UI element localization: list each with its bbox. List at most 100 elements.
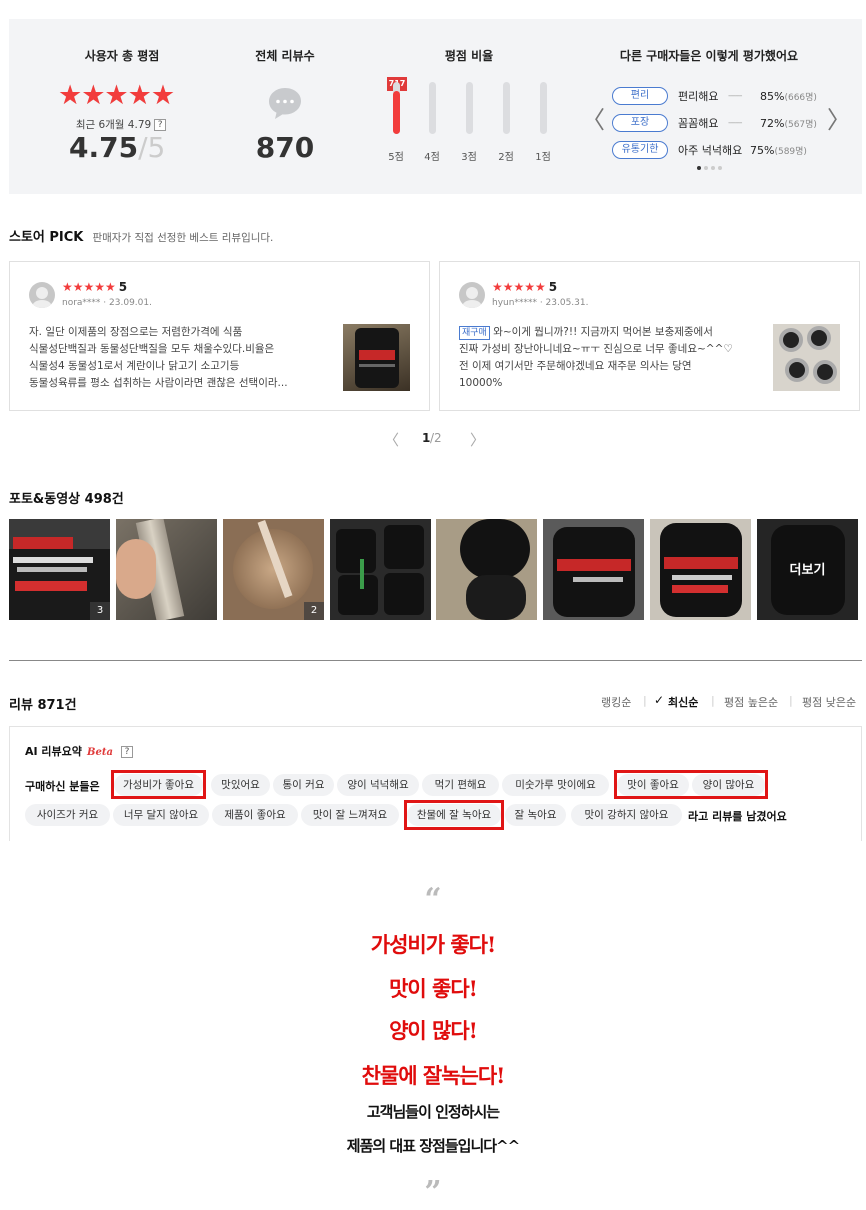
- photo-count-badge: 2: [304, 602, 324, 620]
- store-pick-header: 스토어 PICK 판매자가 직접 선정한 베스트 리뷰입니다.: [9, 226, 273, 245]
- recent-rating: 최근 6개월 4.79?: [61, 117, 181, 132]
- summary-tail: 라고 리뷰를 남겼어요: [688, 810, 787, 823]
- keyword-chip[interactable]: 양이 넉넉해요: [337, 774, 419, 796]
- avatar: [29, 282, 55, 308]
- pager-prev-arrow[interactable]: 〈: [384, 429, 399, 450]
- evaluation-text: 편리해요: [678, 90, 719, 103]
- stars-icon: ★★★★★: [62, 280, 116, 294]
- review-score: 5: [548, 280, 558, 294]
- photo-thumbnail[interactable]: 3: [9, 519, 110, 620]
- sort-rating-low[interactable]: 평점 낮은순: [802, 694, 856, 710]
- sort-ranking[interactable]: 랭킹순: [601, 694, 631, 710]
- keyword-chip[interactable]: 사이즈가 커요: [25, 804, 110, 826]
- review-score: 5: [118, 280, 128, 294]
- review-line: 식물성단백질과 동물성단백질을 모두 채울수있다.비율은: [29, 343, 275, 355]
- review-line: 전 이제 여기서만 주문해야겠네요 재주문 의사는 당연: [459, 360, 692, 372]
- photo-more-tile[interactable]: 더보기: [757, 519, 858, 620]
- rating-bar-label: 5점: [388, 152, 404, 163]
- photo-thumbnail[interactable]: 2: [223, 519, 324, 620]
- keyword-chip[interactable]: 맛이 잘 느껴져요: [301, 804, 399, 826]
- keyword-chip[interactable]: 맛이 강하지 않아요: [571, 804, 682, 826]
- evaluation-dashes: ------: [728, 118, 743, 128]
- photo-count-badge: 3: [90, 602, 110, 620]
- review-date: 23.09.01.: [109, 298, 152, 308]
- keyword-chip[interactable]: 제품이 좋아요: [212, 804, 298, 826]
- keyword-chip[interactable]: 잘 녹아요: [505, 804, 566, 826]
- review-line: 10000%: [459, 377, 503, 389]
- store-pick-subtitle: 판매자가 직접 선정한 베스트 리뷰입니다.: [92, 232, 274, 244]
- section-divider: [9, 660, 862, 661]
- rating-bar: [429, 82, 436, 134]
- photos-header: 포토&동영상 498건: [9, 488, 124, 507]
- recent-rating-label: 최근 6개월 4.79: [75, 119, 152, 131]
- keyword-chip[interactable]: 통이 커요: [273, 774, 334, 796]
- pager-next-arrow[interactable]: 〉: [470, 429, 485, 450]
- photo-thumbnail[interactable]: [543, 519, 644, 620]
- rating-max: /5: [138, 131, 166, 164]
- promo-red-line: 가성비가 좋다!: [370, 932, 496, 957]
- promo-red-line: 찬물에 잘녹는다!: [361, 1063, 506, 1088]
- stars-icon: ★★★★★: [492, 280, 546, 294]
- total-reviews-count: 870: [255, 131, 315, 164]
- evaluation-prev-arrow[interactable]: 〈: [581, 108, 605, 132]
- evaluation-next-arrow[interactable]: 〉: [827, 108, 851, 132]
- review-user: hyun*****: [492, 298, 537, 308]
- check-icon: ✓: [654, 693, 665, 707]
- avatar: [459, 282, 485, 308]
- promo-red-line: 맛이 좋다!: [389, 976, 478, 1001]
- evaluation-text: 아주 넉넉해요: [678, 144, 743, 157]
- pick-review-card[interactable]: ★★★★★ 5 nora**** · 23.09.01. 자. 일단 이제품의 장…: [9, 261, 430, 411]
- review-line: 진짜 가성비 장난아니네요~ㅠㅜ 진심으로 너무 좋네요~^^♡: [459, 343, 733, 355]
- average-rating-value: 4.75: [69, 131, 139, 164]
- rating-bar: [393, 82, 400, 134]
- rating-title: 사용자 총 평점: [84, 49, 160, 63]
- others-evaluation-title: 다른 구매자들은 이렇게 평가했어요: [619, 49, 799, 63]
- photo-thumbnail[interactable]: [116, 519, 217, 620]
- evaluation-percent: 75%: [750, 143, 775, 157]
- highlight-box: [404, 800, 504, 830]
- photo-thumbnail[interactable]: [650, 519, 751, 620]
- keyword-chip[interactable]: 먹기 편해요: [422, 774, 499, 796]
- rating-bar-label: 2점: [498, 152, 514, 163]
- keyword-chip[interactable]: 맛있어요: [211, 774, 270, 796]
- pager-total: /2: [430, 431, 442, 445]
- rating-bar: [503, 82, 510, 134]
- evaluation-tag: 편리: [612, 87, 668, 105]
- review-line-text: 와~이게 뭡니까?!! 지금까지 먹어본 보충제중에서: [493, 326, 713, 338]
- keyword-chip[interactable]: 미숫가루 맛이에요: [502, 774, 609, 796]
- sort-latest[interactable]: 최신순: [668, 694, 698, 710]
- promo-red-line: 양이 많다!: [389, 1018, 478, 1043]
- photo-thumbnail[interactable]: [330, 519, 431, 620]
- store-pick-pager: 〈 1 /2 〉: [380, 429, 490, 449]
- sort-divider: |: [643, 694, 647, 707]
- rating-summary-panel: 사용자 총 평점 ★★★★★ ★★★★★ 최근 6개월 4.79? 4.75/5…: [9, 19, 862, 194]
- evaluation-count: (666명): [784, 92, 817, 103]
- open-quote-icon: “: [424, 882, 442, 917]
- star-rating-filled: ★★★★★: [58, 82, 175, 109]
- highlight-box: [111, 770, 206, 799]
- evaluation-count: (589명): [774, 146, 807, 157]
- summary-lead: 구매하신 분들은: [25, 780, 100, 793]
- pick-review-card[interactable]: ★★★★★ 5 hyun***** · 23.05.31. 재구매 와~이게 뭡니…: [439, 261, 860, 411]
- review-body: 자. 일단 이제품의 장점으로는 저렴한가격에 식품 식물성단백질과 동물성단백…: [29, 324, 329, 392]
- photo-more-label[interactable]: 더보기: [757, 559, 858, 578]
- sort-options: 랭킹순 | ✓ 최신순 | 평점 높은순 | 평점 낮은순: [601, 693, 863, 710]
- review-thumbnail[interactable]: [343, 324, 410, 391]
- speech-bubble-icon: [267, 85, 303, 121]
- evaluation-row: 편리 편리해요 ------ 85% (666명): [612, 86, 817, 106]
- promo-black-line: 제품의 대표 장점들입니다^^: [346, 1137, 520, 1155]
- beta-badge: Beta: [87, 747, 113, 758]
- help-icon[interactable]: ?: [121, 746, 134, 758]
- sort-rating-high[interactable]: 평점 높은순: [724, 694, 778, 710]
- review-line: 재구매 와~이게 뭡니까?!! 지금까지 먹어본 보충제중에서: [459, 324, 759, 341]
- sort-divider: |: [711, 694, 715, 707]
- help-icon[interactable]: ?: [154, 119, 167, 131]
- review-thumbnail[interactable]: [773, 324, 840, 391]
- photo-thumbnail[interactable]: [436, 519, 537, 620]
- evaluation-pagination-dots[interactable]: [697, 166, 727, 170]
- evaluation-dashes: ------: [728, 91, 743, 101]
- rating-bar-label: 3점: [461, 152, 477, 163]
- keyword-chip[interactable]: 너무 달지 않아요: [113, 804, 209, 826]
- ai-summary-title: AI 리뷰요약: [25, 745, 82, 758]
- evaluation-count: (567명): [784, 119, 817, 130]
